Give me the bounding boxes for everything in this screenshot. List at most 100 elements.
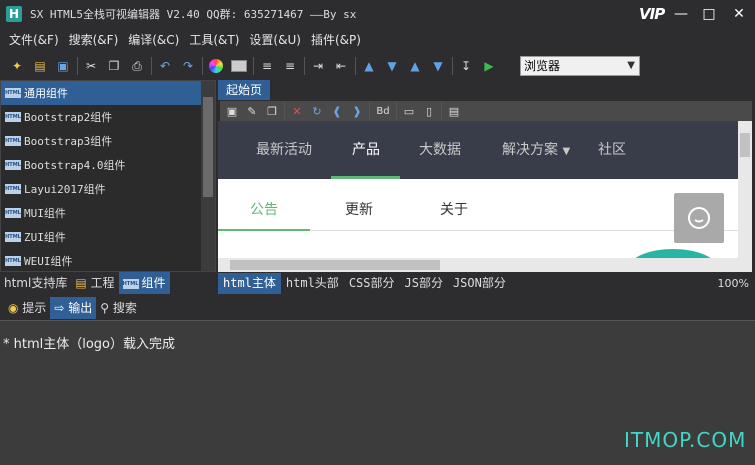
chat-button[interactable]	[674, 193, 724, 243]
tab-html-body[interactable]: html主体	[218, 273, 281, 294]
tab-html-head[interactable]: html头部	[281, 273, 344, 294]
left-scrollbar[interactable]	[201, 81, 215, 271]
export-icon[interactable]: ↧	[457, 57, 475, 75]
move-bottom-icon[interactable]: ▼	[429, 57, 447, 75]
preview-vertical-scrollbar[interactable]	[738, 121, 752, 258]
copy-icon[interactable]: ❐	[105, 57, 123, 75]
desktop-view-icon[interactable]: ▭	[401, 103, 417, 119]
page-preview[interactable]: 最新活动 产品 大数据 解决方案 ▼ 社区 公告 更新 关于	[218, 121, 738, 258]
tab-project[interactable]: ▤ 工程	[71, 272, 118, 294]
close-icon[interactable]: ✕	[724, 0, 754, 28]
nav-item-solutions-label: 解决方案	[502, 142, 558, 158]
align-left-icon[interactable]: ≡	[258, 57, 276, 75]
image-icon[interactable]	[230, 57, 248, 75]
list-item-label: Bootstrap4.0组件	[24, 159, 126, 172]
tab-json[interactable]: JSON部分	[448, 273, 511, 294]
align-justify-icon[interactable]: ≡	[281, 57, 299, 75]
tab-html-library[interactable]: html支持库	[0, 272, 71, 294]
list-item[interactable]: HTML Bootstrap3组件	[1, 129, 215, 153]
scrollbar-thumb[interactable]	[230, 260, 440, 270]
new-file-icon[interactable]: ❐	[264, 103, 280, 119]
paste-icon[interactable]: ⎙	[128, 57, 146, 75]
list-item[interactable]: HTML 通用组件	[1, 81, 215, 105]
nav-item-community[interactable]: 社区	[598, 121, 626, 179]
menu-settings[interactable]: 设置(&U)	[244, 31, 306, 48]
move-top-icon[interactable]: ▲	[406, 57, 424, 75]
run-icon[interactable]: ▶	[480, 57, 498, 75]
forward-icon[interactable]: ❱	[349, 103, 365, 119]
html-file-icon: HTML	[5, 256, 21, 266]
menu-compile[interactable]: 编译(&C)	[123, 31, 184, 48]
move-down-icon[interactable]: ▼	[383, 57, 401, 75]
redo-icon[interactable]: ↷	[179, 57, 197, 75]
chevron-down-icon: ▼	[627, 60, 635, 71]
tab-updates[interactable]: 更新	[345, 179, 373, 231]
list-item[interactable]: HTML ZUI组件	[1, 225, 215, 249]
editor-section-tabs: html主体 html头部 CSS部分 JS部分 JSON部分 100%	[218, 273, 755, 294]
tab-css[interactable]: CSS部分	[344, 273, 400, 294]
preview-horizontal-scrollbar[interactable]	[218, 258, 752, 272]
refresh-icon[interactable]: ↻	[309, 103, 325, 119]
menu-tools[interactable]: 工具(&T)	[184, 31, 244, 48]
delete-icon[interactable]: ✕	[289, 103, 305, 119]
list-item-label: Bootstrap2组件	[24, 111, 113, 124]
output-icon: ⇨	[54, 301, 69, 315]
new-file-icon[interactable]: ✦	[8, 57, 26, 75]
tab-about[interactable]: 关于	[440, 179, 468, 231]
toolbar-divider	[441, 102, 442, 120]
list-item[interactable]: HTML Bootstrap4.0组件	[1, 153, 215, 177]
watermark: ITMOP.COM	[624, 428, 747, 452]
scrollbar-thumb[interactable]	[740, 133, 750, 157]
list-item[interactable]: HTML Layui2017组件	[1, 177, 215, 201]
undo-icon[interactable]: ↶	[156, 57, 174, 75]
tab-output[interactable]: ⇨ 输出	[50, 297, 97, 319]
output-message: * html主体（logo）载入完成	[3, 337, 176, 352]
list-item[interactable]: HTML WEUI组件	[1, 249, 215, 273]
preview-tabs: 公告 更新 关于	[218, 179, 738, 231]
tab-notice[interactable]: 公告	[250, 179, 278, 231]
tab-search[interactable]: ⚲ 搜索	[96, 297, 141, 319]
indent-icon[interactable]: ⇥	[309, 57, 327, 75]
menu-bar: 文件(&F) 搜索(&F) 编译(&C) 工具(&T) 设置(&U) 插件(&P…	[0, 28, 755, 50]
list-item[interactable]: HTML MUI组件	[1, 201, 215, 225]
scrollbar-thumb[interactable]	[203, 97, 213, 197]
tab-hints[interactable]: ◉ 提示	[4, 297, 50, 319]
save-icon[interactable]: ▣	[54, 57, 72, 75]
maximize-icon[interactable]: □	[694, 0, 724, 28]
title-bar: H SX HTML5全栈可视编辑器 V2.40 QQ群: 635271467 —…	[0, 0, 755, 28]
color-picker-icon[interactable]	[207, 57, 225, 75]
back-icon[interactable]: ❰	[329, 103, 345, 119]
nav-item-bigdata[interactable]: 大数据	[419, 121, 461, 179]
tab-js[interactable]: JS部分	[400, 273, 448, 294]
vip-badge[interactable]: VIP	[639, 5, 665, 23]
minimize-icon[interactable]: —	[666, 0, 696, 28]
html-file-icon: HTML	[5, 184, 21, 194]
toolbar-divider	[396, 102, 397, 120]
edit-icon[interactable]: ✎	[244, 103, 260, 119]
tab-components[interactable]: HTML 组件	[118, 272, 170, 294]
main-toolbar: ✦ ▤ ▣ ✂ ❐ ⎙ ↶ ↷ ≡ ≡ ⇥ ⇤ ▲ ▼ ▲ ▼ ↧ ▶	[0, 52, 755, 80]
menu-plugins[interactable]: 插件(&P)	[306, 31, 366, 48]
nav-item-latest[interactable]: 最新活动	[256, 121, 312, 179]
move-up-icon[interactable]: ▲	[360, 57, 378, 75]
toolbar-divider	[253, 57, 254, 75]
cut-icon[interactable]: ✂	[82, 57, 100, 75]
browser-select-value: 浏览器	[524, 59, 561, 73]
screenshot-icon[interactable]: ▤	[446, 103, 462, 119]
menu-search[interactable]: 搜索(&F)	[64, 31, 124, 48]
list-item[interactable]: HTML Bootstrap2组件	[1, 105, 215, 129]
html-file-icon: HTML	[5, 88, 21, 98]
baidu-translate-icon[interactable]: Bd	[374, 103, 392, 119]
outdent-icon[interactable]: ⇤	[332, 57, 350, 75]
tab-components-label: 组件	[141, 276, 166, 290]
tab-output-label: 输出	[68, 301, 93, 315]
menu-file[interactable]: 文件(&F)	[4, 31, 64, 48]
nav-item-products[interactable]: 产品	[352, 121, 380, 179]
open-folder-icon[interactable]: ▤	[31, 57, 49, 75]
mobile-view-icon[interactable]: ▯	[421, 103, 437, 119]
caret-down-icon: ▼	[562, 146, 571, 157]
nav-item-solutions[interactable]: 解决方案 ▼	[502, 121, 570, 179]
browser-select[interactable]: 浏览器 ▼	[520, 56, 640, 76]
tab-start-page[interactable]: 起始页	[218, 80, 271, 100]
save-icon[interactable]: ▣	[224, 103, 240, 119]
